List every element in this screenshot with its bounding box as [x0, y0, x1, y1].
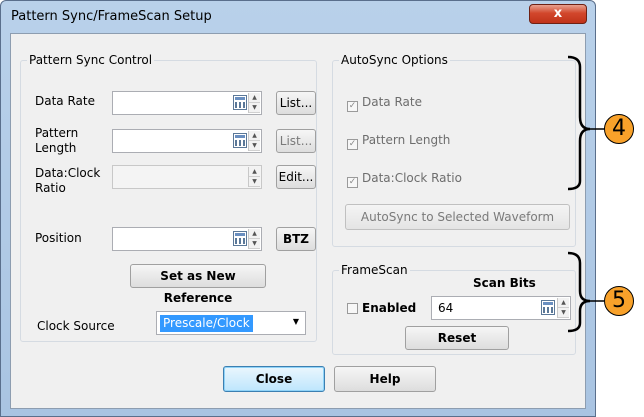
checkbox-checked-icon[interactable]: ✓ [347, 177, 358, 188]
spin-down-icon[interactable]: ▼ [249, 239, 260, 249]
autosync-selected-waveform-button[interactable]: AutoSync to Selected Waveform [345, 204, 570, 230]
autosync-clock-ratio-label: Data:Clock Ratio [362, 171, 462, 185]
spin-up-icon[interactable]: ▲ [249, 167, 260, 177]
spin-down-icon[interactable]: ▼ [249, 177, 260, 187]
spin-down-icon[interactable]: ▼ [249, 141, 260, 151]
pattern-length-list-button[interactable]: List... [276, 129, 316, 153]
dialog-title: Pattern Sync/FrameScan Setup [11, 9, 212, 24]
autosync-group: AutoSync Options ✓ Data Rate ✓ Pattern Len… [332, 53, 576, 247]
clock-source-value: Prescale/Clock [160, 315, 253, 332]
spin-up-icon[interactable]: ▲ [249, 93, 260, 103]
scan-bits-value: 64 [438, 301, 454, 315]
pattern-length-label: Pattern Length [35, 126, 79, 155]
chevron-down-icon[interactable]: ▼ [293, 317, 299, 326]
clock-ratio-edit-button[interactable]: Edit... [276, 165, 316, 189]
set-as-new-reference-button[interactable]: Set as New Reference [130, 264, 266, 305]
autosync-pattern-length-label: Pattern Length [362, 133, 451, 147]
autosync-pattern-length-option[interactable]: ✓ Pattern Length [347, 132, 451, 150]
framescan-enabled-label: Enabled [362, 301, 417, 315]
calculator-icon[interactable] [233, 133, 247, 148]
close-button[interactable]: Close [223, 366, 325, 392]
position-label: Position [35, 231, 82, 245]
data-rate-label: Data Rate [35, 94, 95, 108]
autosync-data-rate-label: Data Rate [362, 95, 422, 109]
callout-5: 5 [604, 286, 634, 316]
bracket-4 [567, 55, 591, 191]
calculator-icon[interactable] [233, 231, 247, 246]
btz-button[interactable]: BTZ [276, 227, 316, 251]
framescan-group: FrameScan Scan Bits Enabled 64 ▲ ▼ Reset [332, 263, 576, 355]
position-spinner[interactable]: ▲ ▼ [248, 229, 260, 249]
framescan-title: FrameScan [339, 263, 410, 277]
autosync-title: AutoSync Options [339, 53, 450, 67]
clock-ratio-spinner[interactable]: ▲ ▼ [248, 167, 260, 187]
title-bar: Pattern Sync/FrameScan Setup x [1, 1, 597, 33]
callout-4: 4 [604, 114, 634, 144]
close-icon: x [553, 6, 563, 21]
spin-down-icon[interactable]: ▼ [249, 103, 260, 113]
data-rate-list-button[interactable]: List... [276, 91, 316, 115]
calculator-icon[interactable] [541, 300, 555, 315]
dialog-window: Pattern Sync/FrameScan Setup x Pattern S… [0, 0, 596, 417]
clock-source-select[interactable]: Prescale/Clock ▼ [156, 311, 306, 335]
help-button[interactable]: Help [334, 366, 436, 392]
dialog-body: Pattern Sync Control Data Rate ▲ ▼ List.… [10, 33, 586, 409]
window-close-button[interactable]: x [529, 4, 587, 24]
framescan-enabled-option[interactable]: Enabled [347, 300, 416, 316]
scan-bits-label: Scan Bits [473, 276, 536, 290]
checkbox-checked-icon[interactable]: ✓ [347, 101, 358, 112]
clock-ratio-input[interactable]: ▲ ▼ [112, 165, 262, 189]
calculator-icon[interactable] [233, 95, 247, 110]
bracket-5 [567, 251, 591, 333]
pattern-sync-title: Pattern Sync Control [27, 53, 155, 67]
scan-bits-input[interactable]: 64 ▲ ▼ [431, 296, 571, 320]
clock-ratio-label: Data:Clock Ratio [35, 166, 101, 195]
autosync-clock-ratio-option[interactable]: ✓ Data:Clock Ratio [347, 170, 462, 188]
framescan-reset-button[interactable]: Reset [405, 326, 509, 350]
spin-up-icon[interactable]: ▲ [249, 229, 260, 239]
pattern-sync-group: Pattern Sync Control Data Rate ▲ ▼ List.… [20, 53, 317, 342]
data-rate-spinner[interactable]: ▲ ▼ [248, 93, 260, 113]
clock-source-label: Clock Source [37, 319, 115, 333]
position-input[interactable]: ▲ ▼ [112, 227, 262, 251]
pattern-length-spinner[interactable]: ▲ ▼ [248, 131, 260, 151]
pattern-length-input[interactable]: ▲ ▼ [112, 129, 262, 153]
checkbox-checked-icon[interactable]: ✓ [347, 139, 358, 150]
checkbox-unchecked-icon[interactable] [347, 303, 358, 314]
data-rate-input[interactable]: ▲ ▼ [112, 91, 262, 115]
autosync-data-rate-option[interactable]: ✓ Data Rate [347, 94, 422, 112]
spin-up-icon[interactable]: ▲ [249, 131, 260, 141]
